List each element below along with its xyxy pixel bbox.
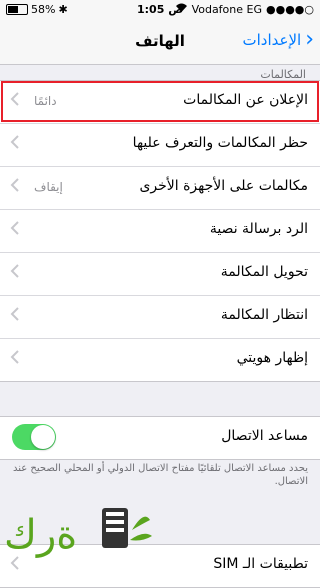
status-bar: 58% ✱ 1:05 ص Vodafone EG ●●●●○ xyxy=(0,0,320,20)
show-caller-id-row[interactable]: إظهار هويتي xyxy=(0,339,320,381)
row-label: الرد برسالة نصية xyxy=(209,221,308,237)
respond-with-text-row[interactable]: الرد برسالة نصية xyxy=(0,210,320,253)
watermark-logo: ةرك xyxy=(4,500,154,562)
chevron-right-icon: › xyxy=(305,27,314,52)
row-label: تحويل المكالمة xyxy=(220,264,308,280)
signal-icon: ●●●●○ xyxy=(266,3,314,16)
chevron-left-icon xyxy=(10,350,19,364)
calls-other-devices-row[interactable]: مكالمات على الأجهزة الأخرى إيقاف xyxy=(0,167,320,210)
dial-assist-footer: يحدد مساعد الاتصال تلقائيًا مفتاح الاتصا… xyxy=(12,463,308,487)
back-label: الإعدادات xyxy=(242,31,302,49)
row-value: دائمًا xyxy=(34,94,57,108)
chevron-left-icon xyxy=(10,92,19,106)
toggle-knob xyxy=(31,425,55,449)
status-right: Vodafone EG ●●●●○ xyxy=(175,3,314,16)
chevron-left-icon xyxy=(10,178,19,192)
call-blocking-row[interactable]: حظر المكالمات والتعرف عليها xyxy=(0,124,320,167)
call-forwarding-row[interactable]: تحويل المكالمة xyxy=(0,253,320,296)
row-label: مكالمات على الأجهزة الأخرى xyxy=(139,178,308,194)
call-waiting-row[interactable]: انتظار المكالمة xyxy=(0,296,320,339)
row-label: حظر المكالمات والتعرف عليها xyxy=(132,135,308,151)
svg-text:ةرك: ةرك xyxy=(4,512,77,558)
row-value: إيقاف xyxy=(34,180,63,194)
chevron-left-icon xyxy=(10,221,19,235)
chevron-left-icon xyxy=(10,307,19,321)
row-label: إظهار هويتي xyxy=(236,350,308,366)
time-text: 1:05 xyxy=(136,3,165,16)
row-label: الإعلان عن المكالمات xyxy=(183,92,308,108)
row-label: مساعد الاتصال xyxy=(221,428,308,444)
chevron-left-icon xyxy=(10,264,19,278)
row-label: انتظار المكالمة xyxy=(220,307,308,323)
dial-assist-group: مساعد الاتصال xyxy=(0,416,320,460)
navigation-bar: الهاتف الإعدادات › xyxy=(0,20,320,65)
back-button[interactable]: الإعدادات › xyxy=(242,27,315,52)
carrier-name: Vodafone EG xyxy=(191,3,262,16)
dial-assist-toggle[interactable] xyxy=(12,424,56,450)
wifi-icon xyxy=(175,3,188,16)
calls-group: الإعلان عن المكالمات دائمًا حظر المكالما… xyxy=(0,80,320,382)
announce-calls-row[interactable]: الإعلان عن المكالمات دائمًا xyxy=(0,81,320,124)
dial-assist-row: مساعد الاتصال xyxy=(0,417,320,459)
row-label: تطبيقات الـ SIM xyxy=(213,556,308,572)
chevron-left-icon xyxy=(10,135,19,149)
fikra-logo: ةرك xyxy=(4,508,152,558)
